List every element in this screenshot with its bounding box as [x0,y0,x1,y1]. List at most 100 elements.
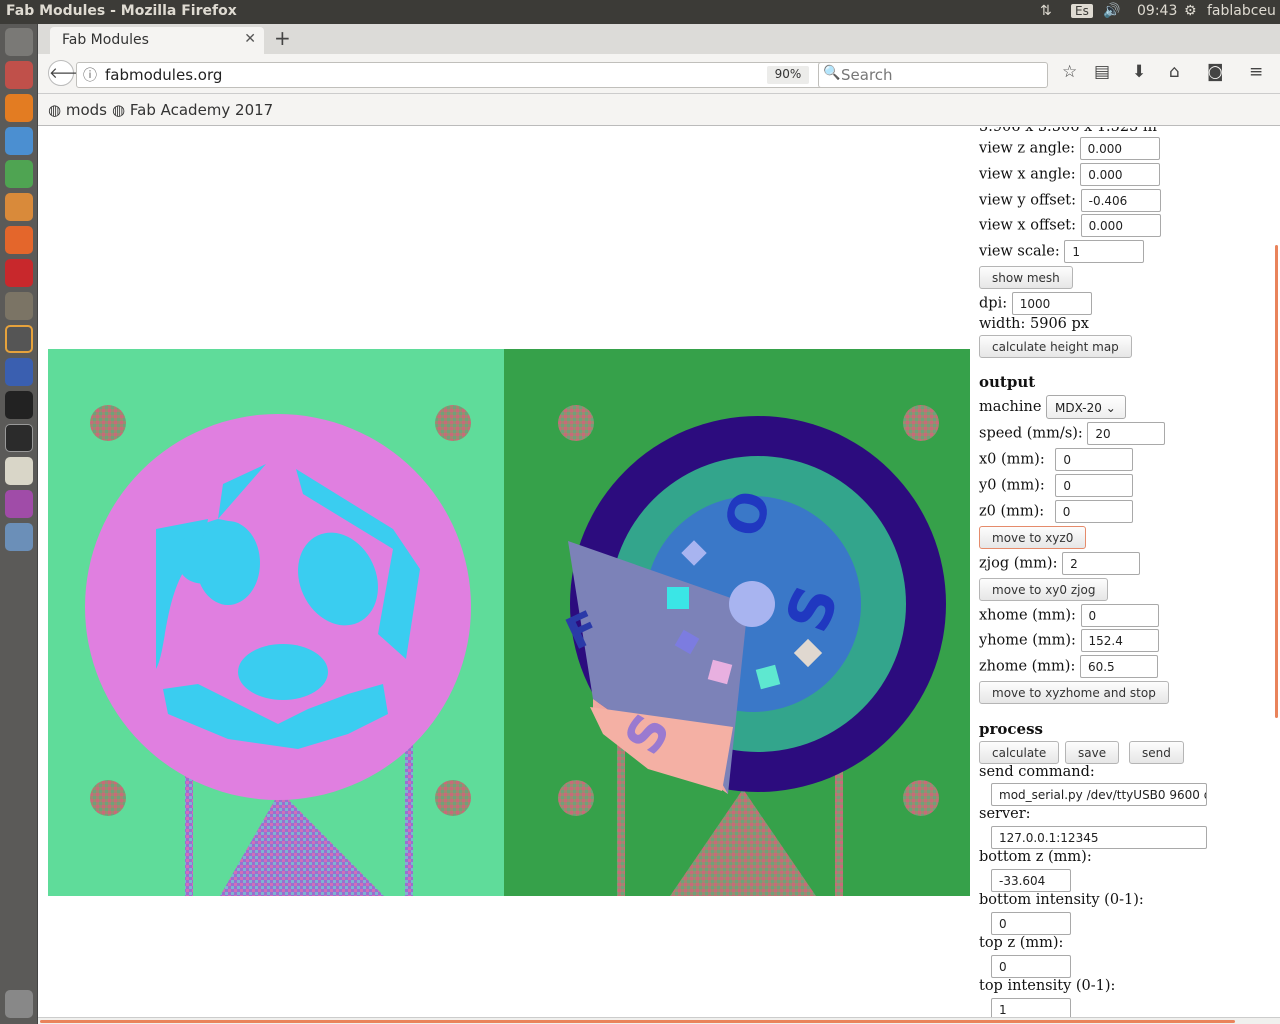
fiducial [558,780,594,816]
tab-fab-modules[interactable]: Fab Modules ✕ [50,27,264,54]
speed-label: speed (mm/s): [979,425,1083,442]
calc-icon[interactable] [5,160,33,188]
view-z-angle-label: view z angle: [979,140,1076,157]
bookmark-mods[interactable]: ◍ mods [48,101,107,119]
vertical-scrollbar[interactable] [1275,245,1278,718]
z0-label: z0 (mm): [979,503,1045,520]
bottom-intensity-input[interactable]: 0 [991,912,1071,935]
z0-input[interactable]: 0 [1054,500,1133,523]
zjog-input[interactable]: 2 [1062,552,1141,575]
settings-icon[interactable] [5,358,33,386]
view-x-angle-input[interactable]: 0.000 [1080,163,1161,186]
window-title: Fab Modules - Mozilla Firefox [6,3,237,19]
search-placeholder: Search [841,66,893,84]
cyan-blob [238,644,328,700]
info-icon[interactable]: ⓘ [83,65,97,85]
ubuntu-dash-icon[interactable] [5,28,33,56]
view-x-offset-label: view x offset: [979,217,1076,234]
model-dimensions: 5.906 x 3.506 x 1.525 in [979,127,1157,135]
zjog-label: zjog (mm): [979,555,1058,572]
server-input[interactable]: 127.0.0.1:12345 [991,826,1207,849]
terminal-icon[interactable] [5,424,33,452]
zoom-indicator[interactable]: 90% [767,66,809,84]
firefox-icon[interactable] [5,94,33,122]
back-button[interactable]: 🡐 [48,60,89,86]
view-y-offset-input[interactable]: -0.406 [1080,189,1161,212]
height-map-render: F S S O [48,349,970,896]
network-icon[interactable]: ⇅ [1040,3,1052,19]
view-scale-label: view scale: [979,243,1060,260]
gimp-icon[interactable] [5,292,33,320]
fiducial [435,405,471,441]
url-bar[interactable]: ⓘ fabmodules.org 90% ↻ [76,62,850,88]
view-x-offset-input[interactable]: 0.000 [1080,214,1161,237]
bookmark-star-icon[interactable]: ☆ [1062,62,1077,82]
send-button[interactable]: send [1129,741,1184,764]
y0-input[interactable]: 0 [1055,474,1134,497]
left-pin-right [617,744,625,896]
bookmark-fab-academy[interactable]: ◍ Fab Academy 2017 [112,101,273,119]
pocket-icon[interactable]: ◙ [1207,62,1224,82]
scrollbar-thumb[interactable] [40,1020,1235,1023]
downloads-icon[interactable]: ⬇ [1132,62,1146,82]
gear-icon[interactable]: ⚙ [1184,3,1197,19]
move-to-xyzhome-button[interactable]: move to xyzhome and stop [979,681,1169,704]
save-button[interactable]: save [1065,741,1120,764]
url-text: fabmodules.org [105,66,223,84]
bottom-z-label: bottom z (mm): [979,849,1092,865]
fiducial [558,405,594,441]
clock[interactable]: 09:43 [1137,3,1177,19]
view-scale-input[interactable]: 1 [1064,240,1145,263]
search-input[interactable]: 🔍 Search [818,62,1048,88]
horizontal-scrollbar[interactable] [38,1017,1280,1024]
dpi-label: dpi: [979,295,1008,312]
calculate-button[interactable]: calculate [979,741,1060,764]
top-z-input[interactable]: 0 [991,955,1071,978]
user-name[interactable]: fablabceu [1207,3,1276,19]
inkscape-icon[interactable] [5,391,33,419]
new-tab-button[interactable]: + [274,26,291,50]
text-editor-icon[interactable] [5,457,33,485]
center-circle [729,581,775,627]
dpi-input[interactable]: 1000 [1011,292,1092,315]
launcher [0,24,38,1024]
close-tab-icon[interactable]: ✕ [244,31,256,47]
bookmarks-library-icon[interactable]: ▤ [1094,62,1110,82]
yhome-input[interactable]: 152.4 [1080,629,1159,652]
send-command-input[interactable]: mod_serial.py /dev/ttyUSB0 9600 dsrdtr [991,783,1207,806]
software-center-icon[interactable] [5,226,33,254]
move-to-xy0-zjog-button[interactable]: move to xy0 zjog [979,578,1109,601]
system-top-bar: Fab Modules - Mozilla Firefox ⇅ Es 🔊 09:… [0,0,1280,24]
zhome-input[interactable]: 60.5 [1079,655,1158,678]
show-mesh-button[interactable]: show mesh [979,266,1073,289]
trash-icon[interactable] [5,990,33,1018]
xhome-input[interactable]: 0 [1080,604,1159,627]
machine-select[interactable]: MDX-20 ⌄ [1046,395,1127,419]
app-blue-icon[interactable] [5,523,33,551]
page-content: F S S O 5.906 x 3.506 x 1.525 in view z … [38,127,1280,1017]
xhome-label: xhome (mm): [979,607,1076,624]
width-text: width: 5906 px [979,316,1089,332]
home-icon[interactable]: ⌂ [1169,62,1180,82]
bottom-z-input[interactable]: -33.604 [991,869,1071,892]
fiducial [90,780,126,816]
globe-icon: ◍ [112,101,126,119]
send-command-label: send command: [979,764,1095,780]
view-z-angle-input[interactable]: 0.000 [1079,137,1160,160]
volume-icon[interactable]: 🔊 [1103,3,1120,19]
impress-icon[interactable] [5,193,33,221]
files-icon[interactable] [5,61,33,89]
x0-input[interactable]: 0 [1055,448,1134,471]
chevron-down-icon: ⌄ [1105,401,1116,415]
sublime-icon[interactable] [5,325,33,353]
app-red-icon[interactable] [5,259,33,287]
menu-icon[interactable]: ≡ [1249,62,1263,82]
top-intensity-input[interactable]: 1 [991,998,1071,1017]
move-to-xyz0-button[interactable]: move to xyz0 [979,526,1087,549]
writer-icon[interactable] [5,127,33,155]
app-purple-icon[interactable] [5,490,33,518]
keyboard-layout-indicator[interactable]: Es [1071,4,1093,18]
calculate-height-map-button[interactable]: calculate height map [979,335,1132,358]
speed-input[interactable]: 20 [1087,422,1166,445]
navigation-toolbar: 🡐 ⓘ fabmodules.org 90% ↻ 🔍 Search ☆ ▤ ⬇ … [38,54,1280,94]
